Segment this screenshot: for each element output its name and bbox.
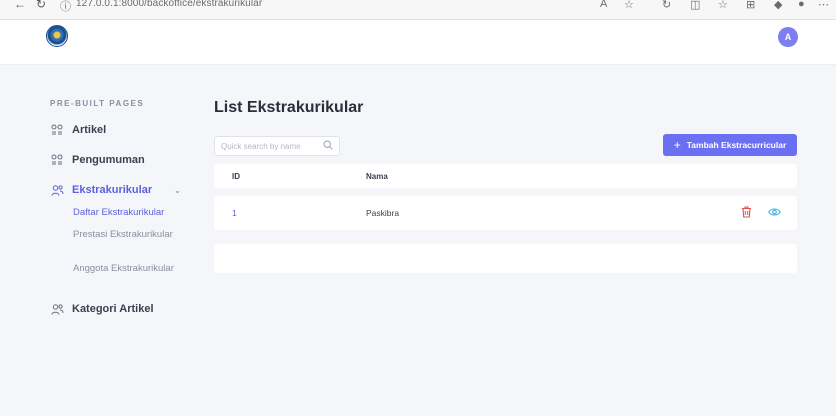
sidebar-subitem-anggota-ekstrakurikular[interactable]: Anggota Ekstrakurikular [73, 263, 183, 275]
column-header-nama[interactable]: Nama [366, 172, 388, 181]
chevron-down-icon[interactable]: ⌄ [174, 186, 181, 195]
row-id[interactable]: 1 [232, 208, 237, 218]
table-header: ID Nama [214, 164, 797, 188]
sidebar-item-label: Artikel [72, 124, 107, 136]
search-input[interactable] [221, 141, 313, 151]
browser-toolbar: ← ↻ ⓘ 127.0.0.1:8000/backoffice/ekstraku… [0, 0, 836, 20]
back-arrow-icon[interactable]: ← [14, 0, 26, 11]
refresh-icon[interactable]: ↻ [662, 0, 671, 11]
address-bar-url[interactable]: 127.0.0.1:8000/backoffice/ekstrakurikula… [76, 0, 262, 9]
sidebar-section-title: PRE-BUILT PAGES [50, 99, 145, 108]
row-actions [739, 205, 781, 219]
sidebar-subitem-daftar-ekstrakurikular[interactable]: Daftar Ekstrakurikular [73, 207, 183, 219]
search-icon[interactable] [323, 137, 333, 155]
sidebar: PRE-BUILT PAGES Artikel Pengumuman Ekstr… [0, 66, 200, 416]
sidebar-item-label: Kategori Artikel [72, 303, 154, 315]
users-icon [50, 183, 64, 197]
school-logo[interactable] [46, 25, 68, 47]
plus-icon: + [673, 138, 681, 152]
add-ekstrakurikuler-button[interactable]: + Tambah Ekstracurricular [663, 134, 797, 156]
sidebar-subitem-prestasi-ekstrakurikular[interactable]: Prestasi Ekstrakurikular [73, 229, 183, 241]
info-icon[interactable]: ⓘ [60, 0, 71, 14]
sidebar-item-ekstrakurikular[interactable]: Ekstrakurikular ⌄ [50, 183, 181, 197]
sidebar-item-kategori-artikel[interactable]: Kategori Artikel [50, 302, 154, 316]
extension-icon[interactable]: ◆ [774, 0, 782, 11]
row-nama: Paskibra [366, 208, 400, 218]
add-button-label: Tambah Ekstracurricular [686, 140, 787, 150]
split-screen-icon[interactable]: ◫ [690, 0, 700, 11]
table-row[interactable]: 1 Paskibra [214, 196, 797, 230]
grid-people-icon [50, 153, 64, 167]
app-header: A [0, 20, 836, 65]
sidebar-item-pengumuman[interactable]: Pengumuman [50, 153, 145, 167]
read-aloud-icon[interactable]: A [600, 0, 607, 10]
favorite-star-icon[interactable]: ☆ [624, 0, 634, 11]
collections-icon[interactable]: ⊞ [746, 0, 755, 11]
reload-icon[interactable]: ↻ [36, 0, 46, 11]
search-box[interactable] [214, 136, 340, 156]
sidebar-item-label: Ekstrakurikular [72, 184, 153, 196]
sidebar-item-artikel[interactable]: Artikel [50, 123, 106, 137]
user-avatar[interactable]: A [778, 27, 798, 47]
user-initial: A [784, 32, 792, 42]
page-title: List Ekstrakurikular [214, 99, 364, 116]
more-menu-icon[interactable]: ⋯ [818, 0, 829, 11]
sidebar-item-label: Pengumuman [72, 154, 145, 166]
favorites-icon[interactable]: ☆ [718, 0, 728, 11]
grid-people-icon [50, 123, 64, 137]
profile-icon[interactable]: ● [798, 0, 805, 10]
table-footer [214, 244, 797, 273]
delete-icon[interactable] [739, 205, 753, 219]
users-icon [50, 302, 64, 316]
column-header-id[interactable]: ID [232, 172, 240, 181]
view-eye-icon[interactable] [767, 205, 781, 219]
